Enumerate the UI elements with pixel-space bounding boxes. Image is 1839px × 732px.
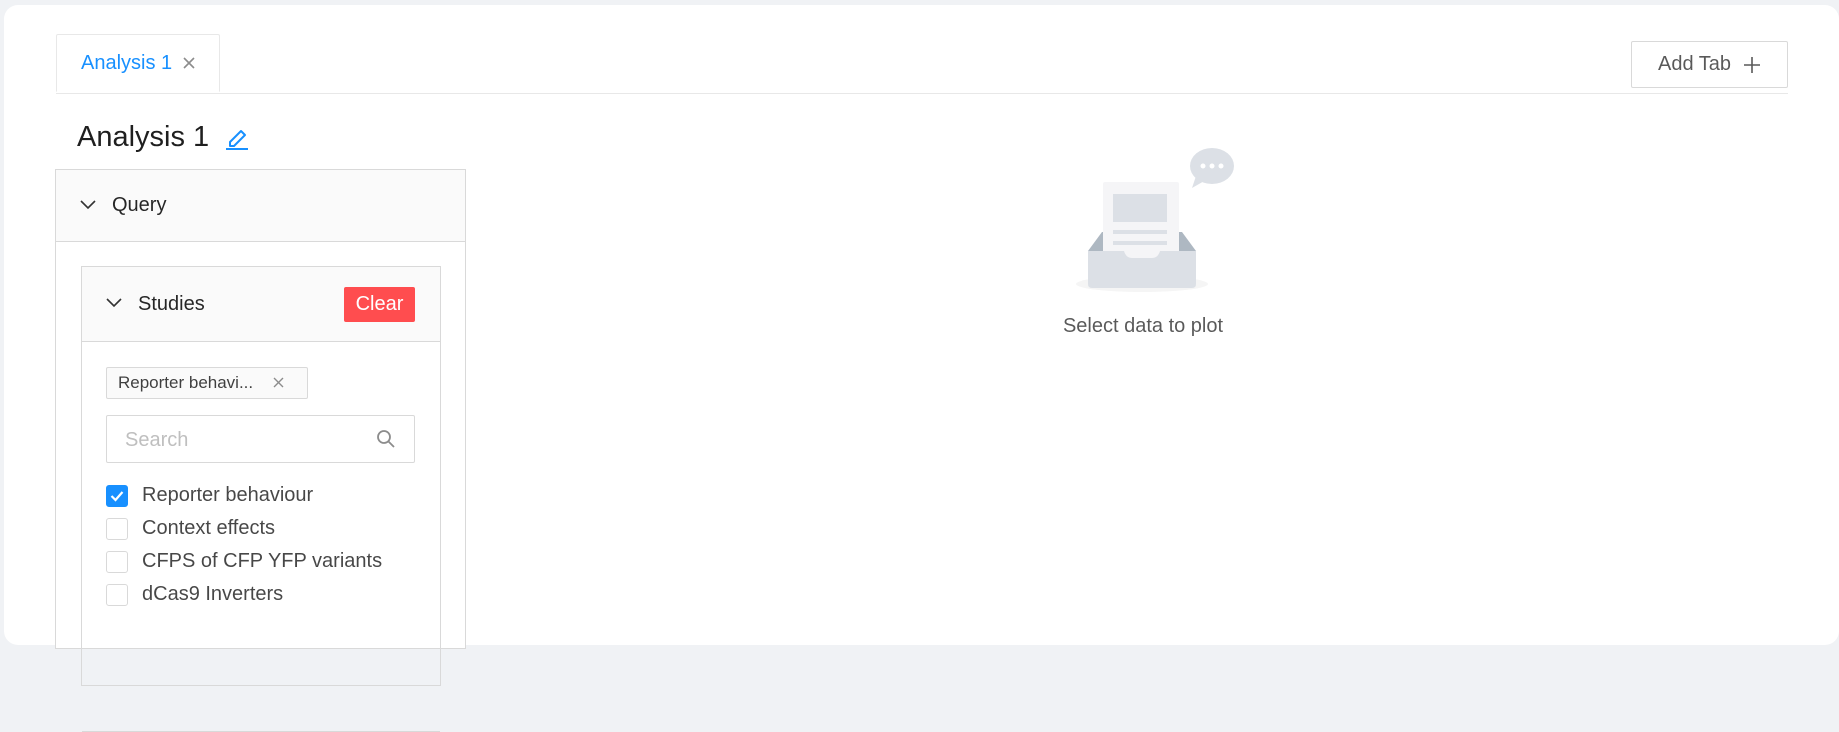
studies-panel: Studies Clear Reporter behavi... Search … [81, 266, 441, 732]
study-option-label: CFPS of CFP YFP variants [142, 550, 383, 572]
study-option[interactable]: Reporter behaviour [106, 479, 382, 512]
empty-state-text: Select data to plot [1062, 315, 1224, 337]
clear-button[interactable]: Clear [344, 287, 415, 322]
study-checklist: Reporter behaviour Context effects CFPS … [106, 479, 382, 611]
tab-analysis-1[interactable]: Analysis 1 [56, 34, 220, 92]
chevron-down-icon [80, 197, 96, 215]
studies-label: Studies [138, 292, 205, 315]
study-option[interactable]: dCas9 Inverters [106, 578, 382, 611]
checkbox[interactable] [106, 517, 128, 540]
study-option-label: Reporter behaviour [142, 484, 314, 506]
empty-inbox-icon [1074, 146, 1244, 311]
plus-icon [1743, 56, 1761, 74]
tab-label: Analysis 1 [81, 51, 173, 74]
main-card: Analysis 1 Add Tab Analysis 1 Query Stud… [4, 5, 1839, 732]
query-label: Query [112, 194, 167, 216]
query-panel: Query Studies Clear Reporter behavi... S… [55, 169, 466, 732]
title-row: Analysis 1 [77, 117, 251, 157]
add-tab-button[interactable]: Add Tab [1631, 41, 1788, 88]
search-icon[interactable] [376, 429, 396, 449]
checkbox[interactable] [106, 583, 128, 606]
add-tab-label: Add Tab [1657, 53, 1732, 75]
checkbox[interactable] [106, 550, 128, 573]
study-option-label: Context effects [142, 517, 276, 539]
study-option[interactable]: CFPS of CFP YFP variants [106, 545, 382, 578]
query-panel-header[interactable]: Query [56, 170, 465, 242]
checkbox-checked[interactable] [106, 484, 128, 507]
close-icon[interactable] [272, 376, 285, 389]
edit-icon[interactable] [223, 123, 251, 151]
tab-bar: Analysis 1 Add Tab [56, 34, 1788, 94]
study-option-label: dCas9 Inverters [142, 583, 284, 605]
selected-study-tag: Reporter behavi... [106, 367, 308, 399]
chevron-down-icon [106, 295, 122, 313]
search-box [106, 415, 415, 464]
study-option[interactable]: Context effects [106, 512, 382, 545]
search-input[interactable] [123, 416, 367, 464]
check-icon [110, 490, 124, 502]
close-icon[interactable] [182, 56, 196, 70]
studies-panel-header[interactable]: Studies Clear [82, 267, 440, 342]
tag-label: Reporter behavi... [118, 373, 254, 392]
page-title: Analysis 1 [77, 120, 210, 153]
